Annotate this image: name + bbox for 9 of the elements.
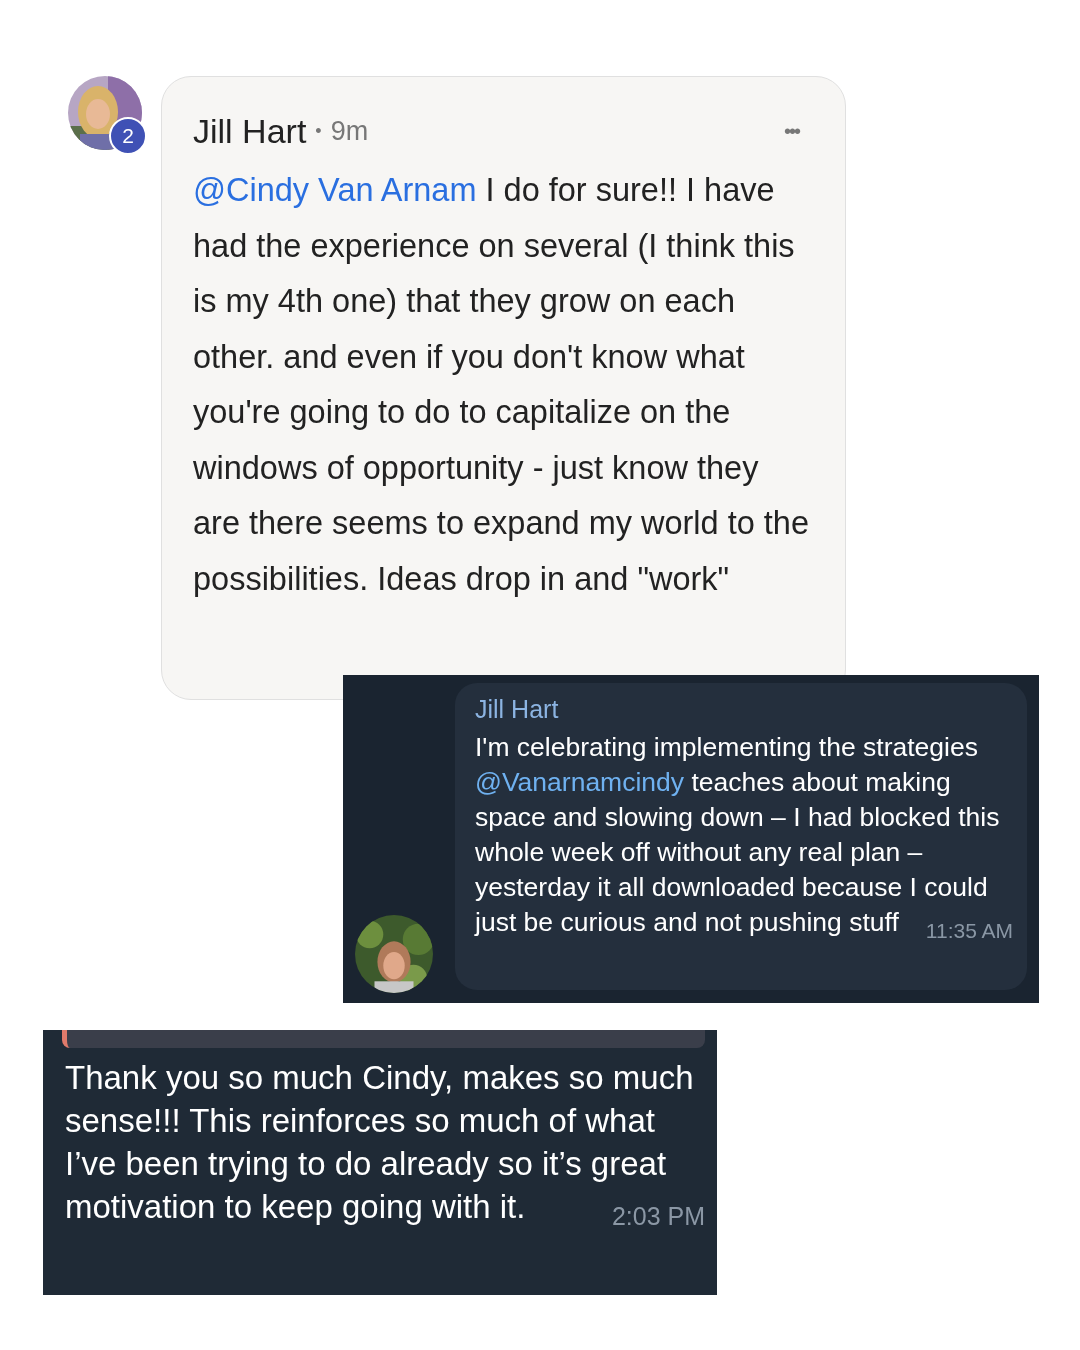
author-name[interactable]: Jill Hart	[193, 111, 307, 151]
mention-link[interactable]: @Vanarnamcindy	[475, 767, 685, 797]
separator-dot: •	[315, 120, 322, 142]
timestamp: 9m	[330, 115, 369, 147]
notification-badge: 2	[109, 117, 147, 155]
comment-text: @Cindy Van Arnam I do for sure!! I have had the experience on several (I think this is my 4th one) that they grow on each other. and even if you don't know what you're going to do to capitalize on the windows of opportunity - just know they are there seems to expand my world to the possibilities. Ideas drop in and "work"	[193, 171, 810, 599]
more-button[interactable]: •••	[784, 119, 815, 143]
sender-name: Jill Hart	[475, 695, 560, 724]
mention-link[interactable]: @Cindy Van Arnam	[193, 172, 477, 208]
